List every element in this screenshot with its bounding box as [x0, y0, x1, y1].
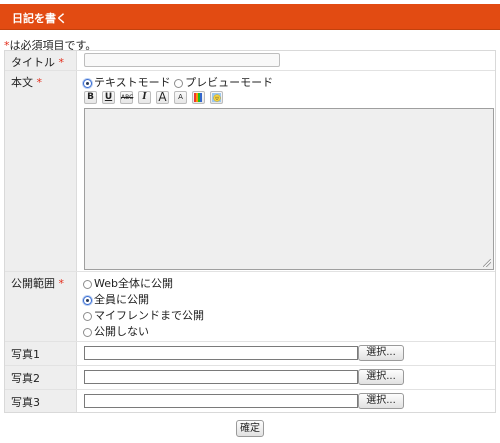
- photo3-file-input[interactable]: [84, 394, 358, 408]
- photo3-label-cell: 写真3: [5, 390, 77, 412]
- title-input[interactable]: [84, 53, 280, 67]
- photo2-file-input[interactable]: [84, 370, 358, 384]
- visibility-radio-all-members[interactable]: [83, 295, 92, 305]
- visibility-options: Web全体に公開 全員に公開 マイフレンドまで公開 公開しない: [78, 272, 495, 341]
- mode-text-radio[interactable]: [83, 78, 92, 88]
- diary-form: タイトル * 本文 * テキストモード プレビューモード B U ABC I A…: [4, 50, 496, 413]
- mode-preview-radio[interactable]: [174, 78, 184, 88]
- submit-button[interactable]: 確定: [236, 420, 264, 437]
- photo3-choose-button[interactable]: 選択...: [358, 393, 404, 409]
- visibility-option-label[interactable]: 全員に公開: [94, 293, 149, 306]
- visibility-option[interactable]: Web全体に公開: [83, 275, 173, 291]
- italic-button[interactable]: I: [138, 91, 151, 104]
- page-title: 日記を書く: [12, 12, 67, 25]
- strike-button[interactable]: ABC: [120, 91, 133, 104]
- visibility-row: 公開範囲 * Web全体に公開 全員に公開 マイフレンドまで公開 公開しない: [5, 272, 495, 342]
- diary-page: 日記を書く *は必須項目です。 タイトル * 本文 * テキストモード プレビュ…: [0, 0, 500, 443]
- visibility-option[interactable]: マイフレンドまで公開: [83, 307, 204, 323]
- color-pencils-icon: [194, 93, 202, 102]
- visibility-radio-web[interactable]: [83, 279, 92, 289]
- title-label: タイトル: [11, 56, 55, 69]
- visibility-option-label[interactable]: Web全体に公開: [94, 277, 173, 290]
- body-row: 本文 * テキストモード プレビューモード B U ABC I A A: [5, 71, 495, 272]
- bold-button[interactable]: B: [84, 91, 97, 104]
- title-row: タイトル *: [5, 51, 495, 71]
- visibility-required-mark: *: [58, 277, 65, 290]
- visibility-option-label[interactable]: マイフレンドまで公開: [94, 309, 204, 322]
- color-palette-button[interactable]: [192, 91, 205, 104]
- title-label-cell: タイトル *: [5, 51, 77, 70]
- photo2-row: 写真2 選択...: [5, 366, 495, 390]
- photo2-label-cell: 写真2: [5, 366, 77, 389]
- visibility-option[interactable]: 全員に公開: [83, 291, 149, 307]
- photo1-choose-button[interactable]: 選択...: [358, 345, 404, 361]
- mode-text-label[interactable]: テキストモード: [94, 76, 171, 89]
- body-required-mark: *: [36, 76, 43, 89]
- photo3-label: 写真3: [11, 396, 40, 409]
- smiley-icon: [212, 93, 221, 102]
- photo1-label: 写真1: [11, 348, 40, 361]
- emoji-button[interactable]: [210, 91, 223, 104]
- photo1-label-cell: 写真1: [5, 342, 77, 365]
- visibility-option-label[interactable]: 公開しない: [94, 325, 149, 338]
- photo1-row: 写真1 選択...: [5, 342, 495, 366]
- underline-button[interactable]: U: [102, 91, 115, 104]
- editor-toolbar: B U ABC I A A: [84, 91, 234, 105]
- font-small-button[interactable]: A: [174, 91, 187, 104]
- resize-grip-icon[interactable]: [483, 259, 491, 267]
- visibility-radio-private[interactable]: [83, 327, 92, 337]
- body-textarea[interactable]: [84, 108, 494, 270]
- visibility-label: 公開範囲: [11, 277, 55, 290]
- visibility-option[interactable]: 公開しない: [83, 323, 149, 339]
- body-label-cell: 本文 *: [5, 71, 77, 271]
- photo1-file-input[interactable]: [84, 346, 358, 360]
- body-label: 本文: [11, 76, 33, 89]
- font-large-button[interactable]: A: [156, 91, 169, 104]
- photo2-label: 写真2: [11, 372, 40, 385]
- photo3-row: 写真3 選択...: [5, 390, 495, 412]
- page-header: 日記を書く: [0, 4, 500, 30]
- photo2-choose-button[interactable]: 選択...: [358, 369, 404, 385]
- visibility-radio-friends[interactable]: [83, 311, 92, 321]
- mode-preview-label[interactable]: プレビューモード: [185, 76, 273, 89]
- visibility-label-cell: 公開範囲 *: [5, 272, 77, 341]
- editor-mode-switch: テキストモード プレビューモード: [83, 74, 273, 90]
- title-required-mark: *: [58, 56, 65, 69]
